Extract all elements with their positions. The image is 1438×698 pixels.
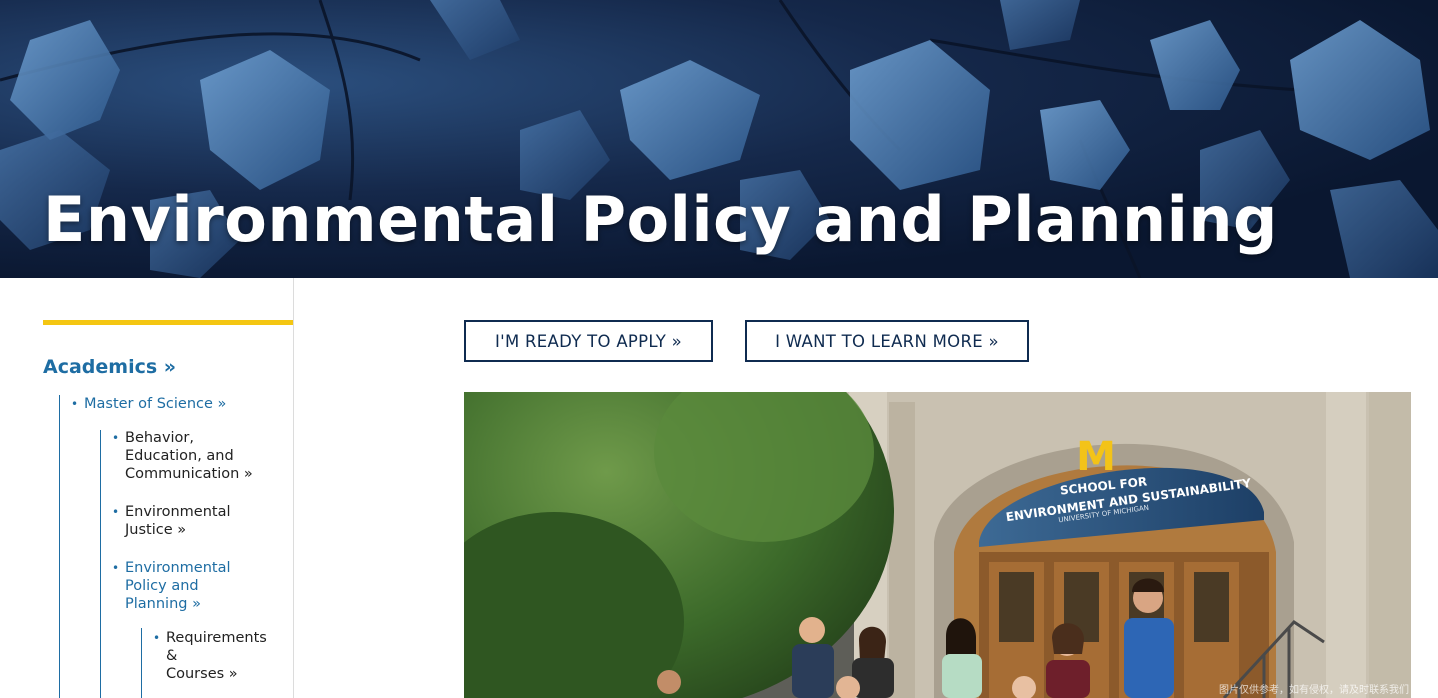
nav-level1-line <box>59 395 60 698</box>
nav-item-label-line: Justice » <box>125 522 187 538</box>
maize-accent-bar <box>43 320 293 325</box>
photo-watermark: 图片仅供参考，如有侵权，请及时联系我们 <box>1219 685 1409 696</box>
nav-academics-link[interactable]: Academics » <box>43 356 176 378</box>
nav-item-label-line: Behavior, <box>125 430 194 446</box>
nav-environmental-justice-link[interactable]: • Environmental Justice » <box>112 503 231 539</box>
bullet-icon: • <box>71 397 79 411</box>
nav-level3-line <box>141 628 142 698</box>
nav-requirements-courses-link[interactable]: • Requirements & Courses » <box>153 629 267 683</box>
nav-item-label-line: Policy and <box>125 578 199 594</box>
nav-behavior-education-communication-link[interactable]: • Behavior, Education, and Communication… <box>112 429 253 483</box>
nav-environmental-policy-planning-link[interactable]: • Environmental Policy and Planning » <box>112 559 231 613</box>
bullet-icon: • <box>153 631 161 645</box>
hero-banner: Environmental Policy and Planning <box>0 0 1438 278</box>
nav-item-label-line: Communication » <box>125 466 253 482</box>
page-title: Environmental Policy and Planning <box>43 183 1278 256</box>
school-building-group-photo: M SCHOOL FOR ENVIRONMENT AND SUSTAINABIL… <box>464 392 1411 698</box>
bullet-icon: • <box>112 561 120 575</box>
nav-level2-line <box>100 430 101 698</box>
bullet-icon: • <box>112 505 120 519</box>
ready-to-apply-button[interactable]: I'M READY TO APPLY » <box>464 320 713 362</box>
nav-item-label: Master of Science » <box>84 396 227 412</box>
photo-illustration: M SCHOOL FOR ENVIRONMENT AND SUSTAINABIL… <box>464 392 1411 698</box>
nav-item-label-line: Environmental <box>125 504 231 520</box>
nav-item-label-line: Courses » <box>166 666 238 682</box>
bullet-icon: • <box>112 431 120 445</box>
sign-m-logo: M <box>1076 434 1116 480</box>
nav-item-label-line: Requirements <box>166 630 267 646</box>
nav-item-label-line: Education, and <box>125 448 234 464</box>
nav-item-label-line: & <box>166 648 178 664</box>
learn-more-button[interactable]: I WANT TO LEARN MORE » <box>745 320 1029 362</box>
nav-item-label-line: Planning » <box>125 596 201 612</box>
nav-item-label-line: Environmental <box>125 560 231 576</box>
section-sidebar-nav: Academics » • Master of Science » • Beha… <box>0 278 294 698</box>
nav-master-of-science-link[interactable]: • Master of Science » <box>71 395 227 413</box>
